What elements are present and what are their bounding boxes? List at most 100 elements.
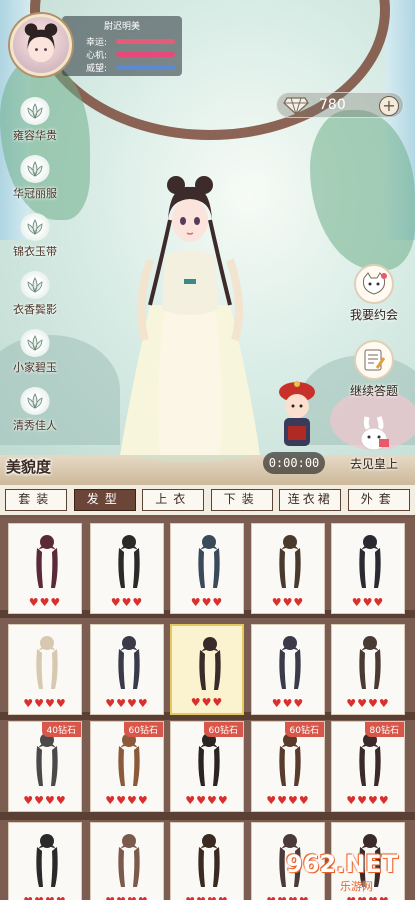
hairstyle-card[interactable]: ♥♥♥ [170, 624, 244, 715]
hairstyle-card[interactable]: ♥♥♥ [170, 523, 244, 614]
diamond-icon [283, 97, 309, 115]
quiz-button[interactable]: 继续答题 [339, 340, 409, 399]
quiz-label: 继续答题 [349, 384, 398, 398]
hairstyle-card[interactable]: 80钻石 ♥♥♥♥ [331, 721, 405, 812]
hairstyle-thumbnail [359, 535, 381, 588]
stat-luck: 幸运: [86, 35, 175, 48]
hairstyle-card[interactable]: ♥♥♥ [331, 523, 405, 614]
hairstyle-card[interactable]: 60钻石 ♥♥♥♥ [90, 721, 164, 812]
hairstyle-thumbnail [36, 535, 58, 588]
style-filter-1[interactable]: 华冠丽服 [6, 155, 64, 201]
lotus-icon [20, 97, 50, 125]
rating-hearts: ♥♥♥ [351, 596, 385, 609]
filter-label: 衣香鬓影 [13, 303, 57, 316]
hairstyle-thumbnail [198, 535, 220, 588]
prestige-bar [116, 64, 175, 70]
filter-label: 清秀佳人 [13, 419, 57, 432]
hairstyle-card[interactable]: ♥♥♥♥ [90, 822, 164, 900]
rabbit-icon [354, 413, 394, 453]
diamond-count: 780 [319, 97, 346, 113]
hairstyle-card[interactable]: ♥♥♥♥ [8, 822, 82, 900]
hairstyle-thumbnail [279, 636, 301, 689]
visit-emperor-button[interactable]: 去见皇上 [339, 413, 409, 472]
filter-label: 小家碧玉 [13, 361, 57, 374]
visit-emperor-label: 去见皇上 [349, 457, 398, 471]
cat-icon [354, 264, 394, 304]
hairstyle-card[interactable]: 60钻石 ♥♥♥♥ [251, 721, 325, 812]
rating-hearts: ♥♥♥♥ [171, 895, 243, 900]
rating-hearts: ♥♥♥ [110, 596, 144, 609]
stat-scheming: 心机: [86, 48, 175, 61]
style-filter-4[interactable]: 小家碧玉 [6, 329, 64, 375]
watermark-subtext: 乐游网 [340, 880, 373, 893]
hairstyle-thumbnail [199, 637, 221, 690]
price-tag: 60钻石 [203, 722, 243, 737]
hairstyle-thumbnail [198, 834, 220, 887]
hairstyle-thumbnail [279, 535, 301, 588]
hairstyle-thumbnail [359, 733, 381, 786]
price-tag: 60钻石 [284, 722, 324, 737]
hairstyle-card[interactable]: ♥♥♥♥ [8, 624, 82, 715]
hairstyle-card[interactable]: ♥♥♥ [251, 523, 325, 614]
scheming-bar [116, 51, 175, 57]
add-diamonds-button[interactable]: + [379, 96, 399, 116]
lotus-icon [20, 213, 50, 241]
stat-label: 幸运: [86, 37, 108, 48]
style-filter-2[interactable]: 锦衣玉带 [6, 213, 64, 259]
rating-hearts: ♥♥♥♥ [91, 895, 163, 900]
player-profile[interactable]: 尉迟明美 幸运: 心机: 威望: [10, 14, 182, 78]
hairstyle-thumbnail [36, 834, 58, 887]
tab-dress[interactable]: 连衣裙 [279, 489, 342, 511]
hairstyle-card[interactable]: ♥♥♥ [8, 523, 82, 614]
style-filter-3[interactable]: 衣香鬓影 [6, 271, 64, 317]
rating-hearts: ♥♥♥ [190, 696, 224, 709]
hairstyle-thumbnail [118, 834, 140, 887]
player-avatar[interactable] [10, 14, 72, 76]
site-watermark: 962.NET 乐游网 [278, 850, 408, 894]
character-figure [120, 176, 260, 462]
quiz-icon [354, 340, 394, 380]
date-button[interactable]: 我要约会 [339, 264, 409, 323]
watermark-text: 962.NET [286, 850, 399, 878]
tab-top[interactable]: 上衣 [142, 489, 205, 511]
rating-hearts: ♥♥♥ [28, 596, 62, 609]
hairstyle-card[interactable]: ♥♥♥ [251, 624, 325, 715]
filter-label: 锦衣玉带 [13, 245, 57, 258]
hairstyle-card[interactable]: ♥♥♥♥ [90, 624, 164, 715]
chibi-attendant [279, 381, 315, 446]
hairstyle-thumbnail [198, 733, 220, 786]
hairstyle-thumbnail [36, 733, 58, 786]
hairstyle-card[interactable]: ♥♥♥ [90, 523, 164, 614]
player-name: 尉迟明美 [103, 22, 140, 32]
hairstyle-card[interactable]: 60钻石 ♥♥♥♥ [170, 721, 244, 812]
price-tag: 60钻石 [123, 722, 163, 737]
hairstyle-thumbnail [118, 535, 140, 588]
lotus-icon [20, 155, 50, 183]
hairstyle-thumbnail [118, 636, 140, 689]
rating-hearts: ♥♥♥♥ [332, 895, 404, 900]
tab-hairstyle[interactable]: 发型 [73, 489, 136, 511]
timer: 0:00:00 [263, 452, 325, 474]
shelf-divider [0, 812, 415, 820]
rating-hearts: ♥♥♥♥ [105, 697, 149, 710]
hairstyle-card[interactable]: 40钻石 ♥♥♥♥ [8, 721, 82, 812]
beauty-score-label: 美貌度 [6, 458, 52, 476]
rating-hearts: ♥♥♥♥ [23, 794, 67, 807]
stat-prestige: 威望: [86, 61, 175, 74]
style-filter-0[interactable]: 雍容华贵 [6, 97, 64, 143]
rating-hearts: ♥♥♥ [271, 596, 305, 609]
hairstyle-card[interactable]: ♥♥♥♥ [170, 822, 244, 900]
hairstyle-card[interactable]: ♥♥♥♥ [331, 624, 405, 715]
rating-hearts: ♥♥♥♥ [23, 697, 67, 710]
rating-hearts: ♥♥♥♥ [185, 794, 229, 807]
tab-coat[interactable]: 外套 [347, 489, 410, 511]
tab-bottom[interactable]: 下装 [210, 489, 273, 511]
stat-label: 威望: [86, 63, 108, 74]
rating-hearts: ♥♥♥♥ [9, 895, 81, 900]
rating-hearts: ♥♥♥ [271, 697, 305, 710]
filter-label: 雍容华贵 [13, 129, 57, 142]
tab-suit[interactable]: 套装 [5, 489, 68, 511]
style-filter-5[interactable]: 清秀佳人 [6, 387, 64, 433]
hairstyle-thumbnail [359, 636, 381, 689]
hairstyle-thumbnail [279, 733, 301, 786]
